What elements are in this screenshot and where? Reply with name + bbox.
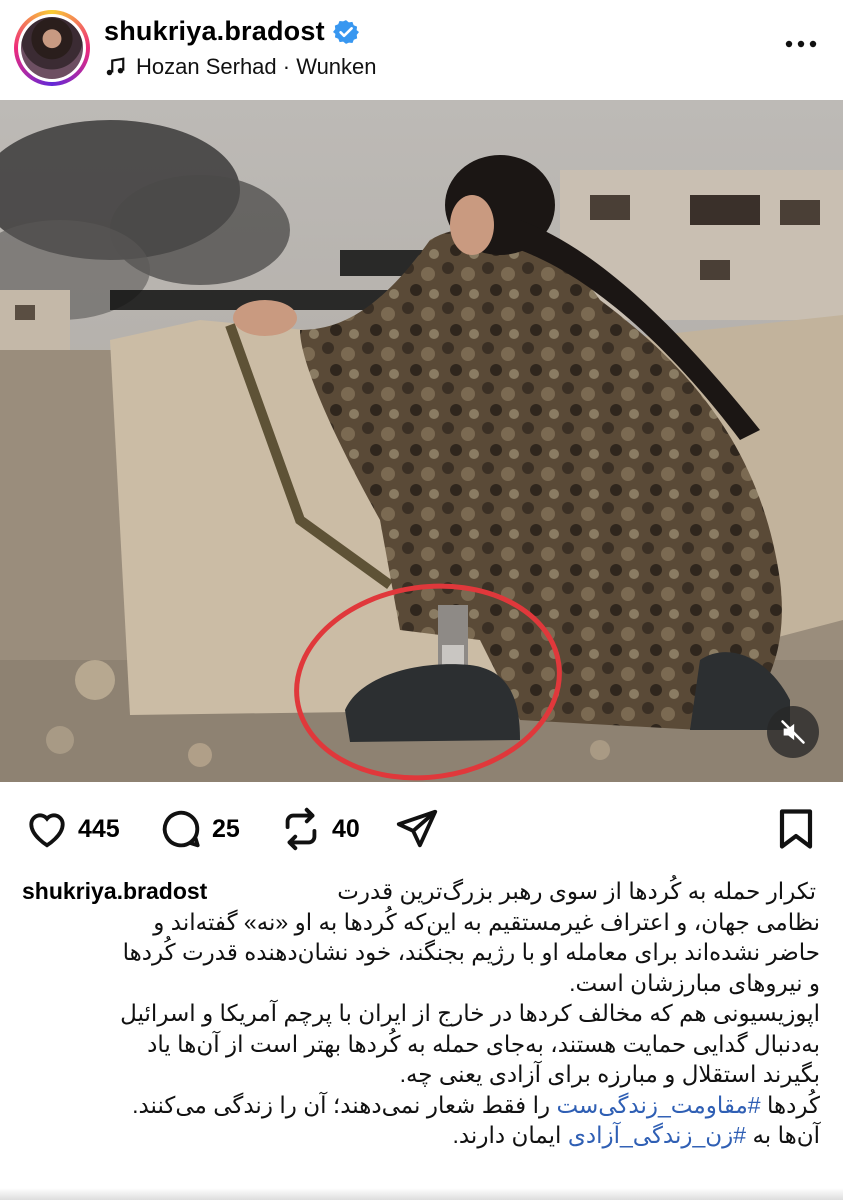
share-button[interactable] bbox=[394, 806, 440, 852]
hashtag-link[interactable]: #مقاومت_زندگی‌ست bbox=[556, 1092, 760, 1118]
caption-hashtag-line: آن‌ها به #زن_زندگی_آزادی ایمان دارند. bbox=[22, 1120, 820, 1151]
caption-text: را فقط شعار نمی‌دهند؛ آن را زندگی می‌کنن… bbox=[132, 1091, 557, 1118]
comment-button[interactable]: 25 bbox=[158, 806, 240, 852]
bookmark-icon[interactable] bbox=[777, 808, 815, 850]
avatar-image bbox=[21, 17, 83, 79]
caption-line: بگیرند استقلال و مبارزه برای آزادی یعنی … bbox=[399, 1061, 820, 1087]
repost-count: 40 bbox=[332, 814, 360, 843]
post-media[interactable] bbox=[0, 100, 843, 782]
caption-line: حاضر نشده‌اند برای معامله او با رژیم بجن… bbox=[122, 939, 820, 965]
caption-text: کُردها bbox=[760, 1091, 820, 1118]
caption: تکرار حمله به کُردها از سوی رهبر بزرگ‌تر… bbox=[22, 876, 820, 1151]
comment-count: 25 bbox=[212, 814, 240, 843]
more-options-icon[interactable] bbox=[781, 32, 821, 56]
music-label: Hozan Serhad · Wunken bbox=[136, 54, 377, 79]
send-icon bbox=[396, 809, 438, 848]
post-photo bbox=[0, 100, 843, 782]
post-header: shukriya.bradost Hozan Serhad · Wunken bbox=[0, 0, 843, 100]
music-note-icon bbox=[106, 57, 125, 76]
hashtag-link[interactable]: #زن_زندگی_آزادی bbox=[568, 1122, 746, 1148]
repost-button[interactable]: 40 bbox=[278, 806, 360, 852]
caption-line: به‌دنبال گدایی حمایت هستند، به‌جای حمله … bbox=[147, 1030, 820, 1057]
heart-icon bbox=[29, 813, 65, 848]
caption-line: نظامی جهان، و اعتراف غیرمستقیم به این‌که… bbox=[153, 908, 820, 935]
caption-text: ایمان دارند. bbox=[452, 1122, 568, 1148]
caption-line: و نیروهای مبارزشان است. bbox=[569, 969, 820, 996]
caption-line: تکرار حمله به کُردها از سوی رهبر بزرگ‌تر… bbox=[337, 878, 816, 904]
caption-text: آن‌ها به bbox=[746, 1122, 820, 1148]
caption-hashtag-line: کُردها #مقاومت_زندگی‌ست را فقط شعار نمی‌… bbox=[22, 1090, 820, 1121]
caption-line: اپوزیسیونی هم که مخالف کردها در خارج از … bbox=[120, 1000, 820, 1026]
repost-icon bbox=[285, 807, 317, 851]
verified-badge-icon bbox=[332, 19, 359, 44]
action-bar: 445 25 40 bbox=[0, 798, 843, 858]
mute-button[interactable] bbox=[767, 706, 819, 758]
avatar[interactable] bbox=[18, 14, 86, 82]
like-button[interactable]: 445 bbox=[24, 806, 120, 852]
scroll-fade bbox=[0, 1188, 843, 1200]
speaker-muted-icon bbox=[781, 720, 805, 744]
comment-icon bbox=[162, 810, 200, 848]
music-attribution[interactable]: Hozan Serhad · Wunken bbox=[104, 54, 377, 80]
story-ring[interactable] bbox=[14, 10, 90, 86]
username-link[interactable]: shukriya.bradost bbox=[104, 16, 325, 47]
like-count: 445 bbox=[78, 814, 120, 843]
username-row: shukriya.bradost bbox=[104, 16, 359, 47]
